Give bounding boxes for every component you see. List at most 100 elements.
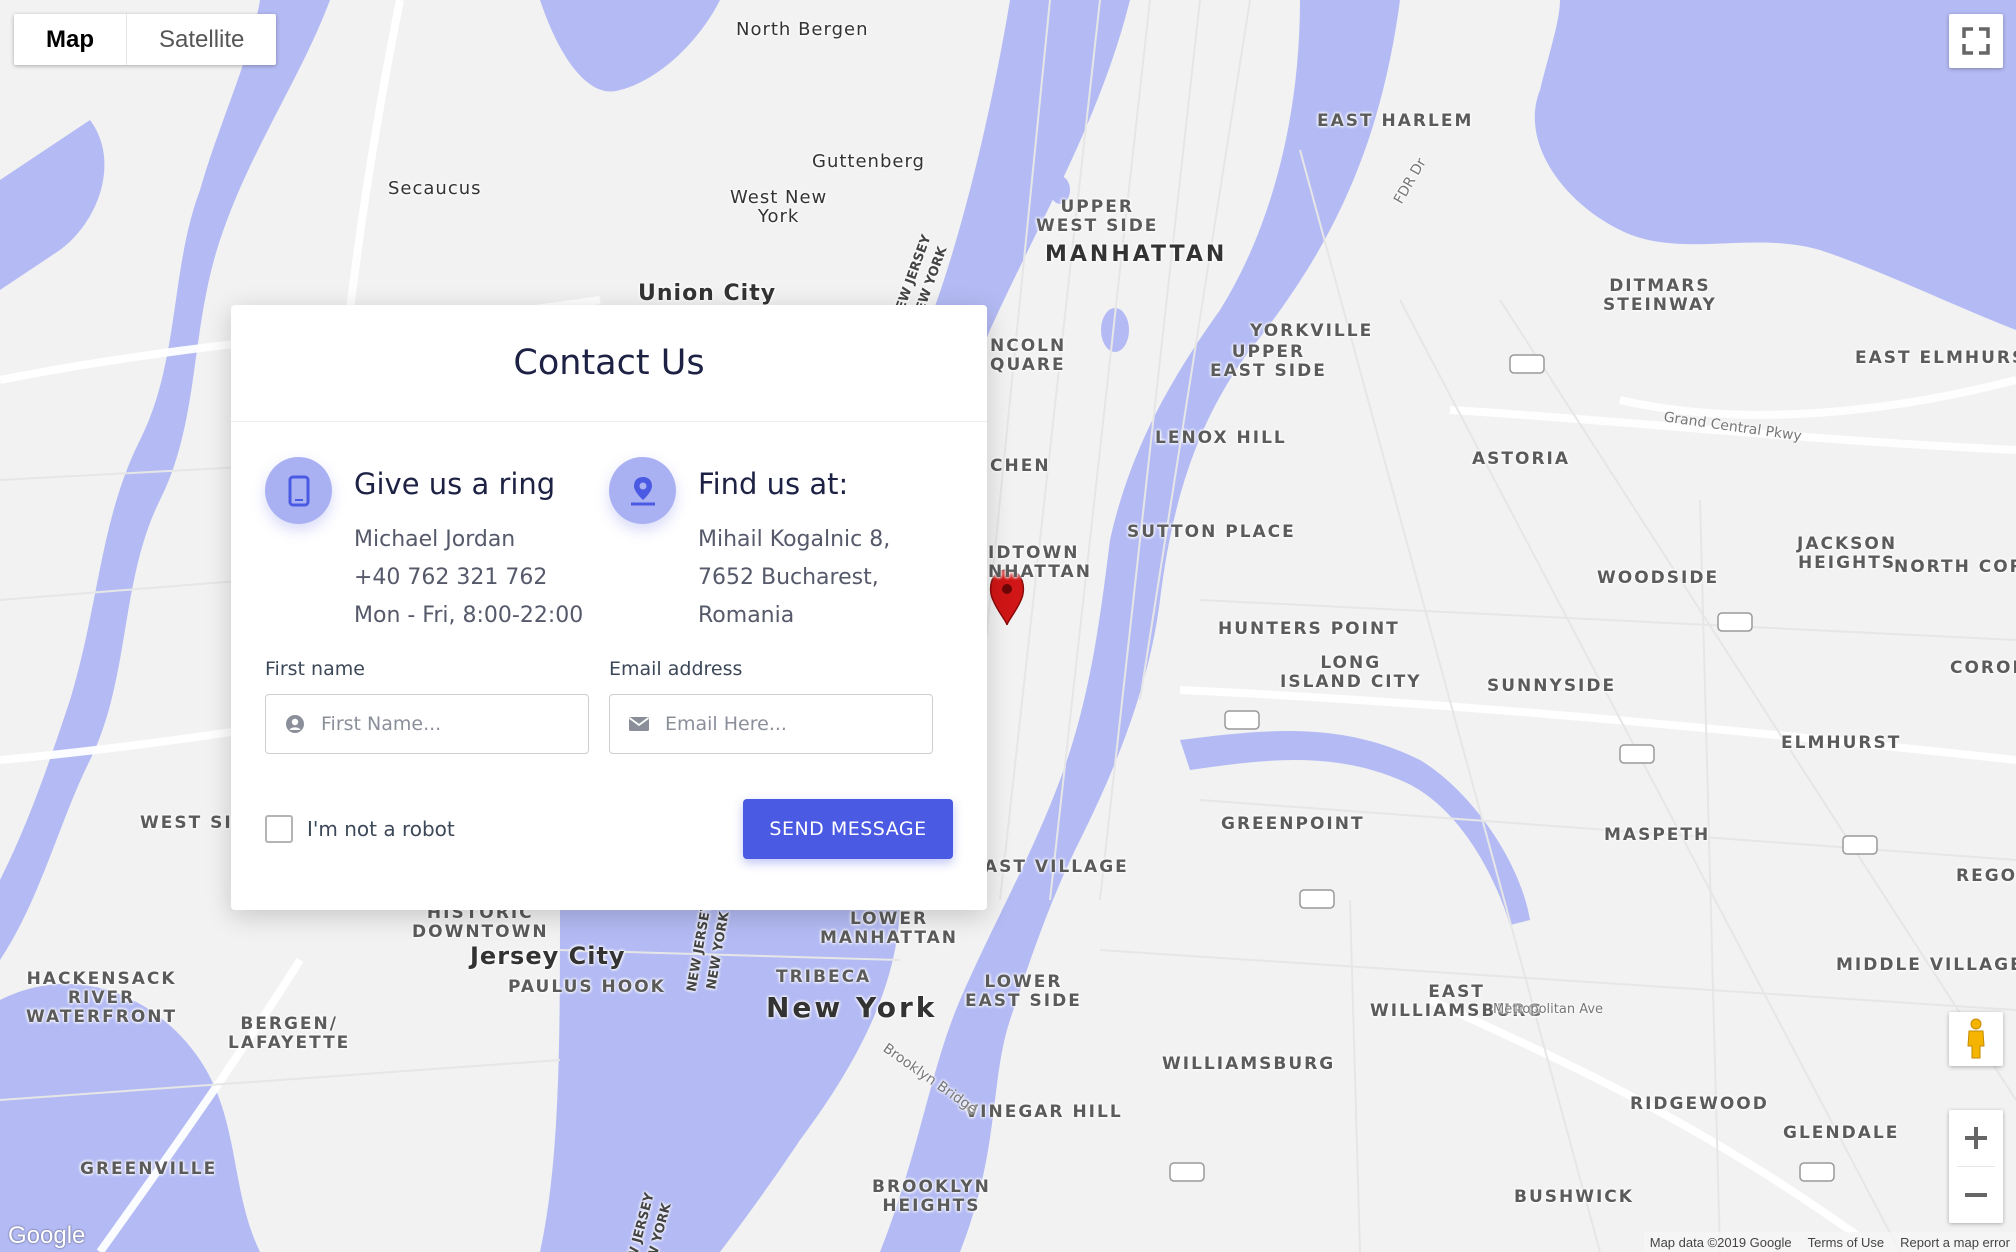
map-label-woodside: WOODSIDE [1597, 568, 1720, 588]
map-label-middle-village: MIDDLE VILLAGE [1836, 955, 2016, 975]
email-label: Email address [609, 658, 743, 680]
map-label-hunters-point: HUNTERS POINT [1218, 619, 1400, 639]
map-label-east-village: AST VILLAGE [984, 857, 1129, 877]
map-label-ridgewood: RIDGEWOOD [1630, 1094, 1769, 1114]
map-type-satellite-button[interactable]: Satellite [127, 14, 276, 65]
phone-title: Give us a ring [354, 467, 556, 501]
not-a-robot-checkbox[interactable] [265, 815, 293, 843]
street-view-pegman-button[interactable] [1949, 1012, 2003, 1066]
zoom-in-button[interactable] [1949, 1110, 2003, 1166]
map-label-new-york: New York [766, 991, 938, 1024]
map-type-control: Map Satellite [14, 14, 277, 65]
map-label-bushwick: BUSHWICK [1514, 1187, 1634, 1207]
captcha: I'm not a robot [265, 815, 455, 843]
map-label-midtown: IDTOWN NHATTAN [988, 543, 1092, 582]
map-label-rego: REGO [1956, 866, 2016, 886]
form-actions: I'm not a robot SEND MESSAGE [231, 799, 987, 859]
contact-name: Michael Jordan [354, 527, 516, 552]
card-header: Contact Us [231, 305, 987, 422]
address-details: Mihail Kogalnic 8, 7652 Bucharest, Roman… [698, 521, 890, 635]
map-label-upper-east-side: UPPER EAST SIDE [1210, 342, 1327, 381]
map-label-sunnyside: SUNNYSIDE [1487, 676, 1617, 696]
map-label-elmhurst: ELMHURST [1781, 733, 1902, 753]
map-label-guttenberg: Guttenberg [812, 151, 925, 172]
map-label-paulus-hook: PAULUS HOOK [508, 977, 666, 997]
contact-title: Contact Us [513, 343, 705, 383]
map-label-jersey-city: Jersey City [470, 942, 626, 970]
map-label-upper-west-side: UPPER WEST SIDE [1036, 197, 1159, 236]
zoom-out-button[interactable] [1949, 1167, 2003, 1223]
first-name-label: First name [265, 658, 365, 680]
plus-icon [1965, 1127, 1987, 1149]
location-title: Find us at: [698, 467, 849, 501]
map-label-brooklyn-heights: BROOKLYN HEIGHTS [872, 1177, 991, 1216]
map-label-tribeca: TRIBECA [776, 967, 872, 987]
map-label-north-corona: NORTH CORO [1894, 557, 2016, 577]
terms-of-use-link[interactable]: Terms of Use [1808, 1235, 1885, 1250]
location-pin-icon [630, 476, 655, 505]
phone-info: Give us a ring Michael Jordan +40 762 32… [265, 457, 609, 635]
map-label-kitchen: CHEN [990, 456, 1051, 476]
not-a-robot-label: I'm not a robot [307, 817, 455, 841]
map-label-yorkville: YORKVILLE [1250, 321, 1374, 341]
map-label-williamsburg: WILLIAMSBURG [1162, 1054, 1336, 1074]
map-label-lower-manhattan: LOWER MANHATTAN [820, 909, 959, 948]
send-message-button[interactable]: SEND MESSAGE [743, 799, 953, 859]
map-label-corona: CORON [1950, 658, 2016, 678]
map-label-maspeth: MASPETH [1604, 825, 1711, 845]
map-label-west-new-york: West New York [730, 187, 828, 227]
map-type-map-button[interactable]: Map [14, 14, 127, 65]
map-label-bergen-lafayette: BERGEN/ LAFAYETTE [228, 1014, 351, 1053]
map-label-glendale: GLENDALE [1783, 1123, 1900, 1143]
map-label-metropolitan-ave: Metropolitan Ave [1493, 1002, 1604, 1017]
map-label-greenville: GREENVILLE [80, 1159, 218, 1179]
location-icon-circle [609, 457, 676, 524]
contact-hours: Mon - Fri, 8:00-22:00 [354, 603, 584, 628]
contact-info-row: Give us a ring Michael Jordan +40 762 32… [231, 457, 987, 635]
phone-icon-circle [265, 457, 332, 524]
map-label-sutton-place: SUTTON PLACE [1127, 522, 1296, 542]
email-group: Email address [609, 658, 953, 754]
user-icon [283, 714, 307, 734]
location-info-text: Find us at: Mihail Kogalnic 8, 7652 Buch… [698, 457, 890, 635]
first-name-input-wrap [265, 694, 589, 754]
first-name-group: First name [265, 658, 609, 754]
map-label-union-city: Union City [638, 281, 777, 306]
report-map-error-link[interactable]: Report a map error [1900, 1235, 2010, 1250]
email-input-wrap [609, 694, 933, 754]
location-info: Find us at: Mihail Kogalnic 8, 7652 Buch… [609, 457, 953, 635]
phone-icon [288, 475, 309, 506]
map-label-lincoln-square: NCOLN QUARE [990, 336, 1067, 375]
phone-details: Michael Jordan +40 762 321 762 Mon - Fri… [354, 521, 583, 635]
address-line-2: 7652 Bucharest, [698, 565, 879, 590]
map-attribution: Map data ©2019 Google Terms of Use Repor… [1643, 1232, 2016, 1252]
map-label-astoria: ASTORIA [1472, 449, 1571, 469]
pegman-icon [1967, 1018, 1985, 1059]
map-data-attribution: Map data ©2019 Google [1649, 1234, 1792, 1250]
google-logo: Google [8, 1222, 86, 1249]
map-label-vinegar-hill: VINEGAR HILL [965, 1102, 1123, 1122]
map-label-east-harlem: EAST HARLEM [1317, 111, 1474, 131]
minus-icon [1965, 1193, 1987, 1197]
map-label-north-bergen: North Bergen [736, 19, 869, 40]
map-label-east-elmhurst: EAST ELMHURST [1855, 348, 2016, 368]
map-label-hackensack-river-waterfront: HACKENSACK RIVER WATERFRONT [26, 969, 178, 1027]
map-label-secaucus: Secaucus [388, 178, 482, 199]
map-label-lower-east-side: LOWER EAST SIDE [965, 972, 1082, 1011]
fullscreen-button[interactable] [1949, 14, 2003, 68]
first-name-input[interactable] [319, 712, 583, 736]
map-label-jackson-heights: JACKSON HEIGHTS [1797, 534, 1898, 573]
envelope-icon [627, 716, 651, 732]
map-label-long-island-city: LONG ISLAND CITY [1280, 653, 1422, 692]
map-label-manhattan: MANHATTAN [1045, 242, 1228, 267]
fullscreen-icon [1962, 27, 1990, 55]
contact-form-row: First name Email address [231, 658, 987, 754]
contact-phone-number: +40 762 321 762 [354, 565, 548, 590]
map-label-lenox-hill: LENOX HILL [1155, 428, 1287, 448]
zoom-control [1949, 1110, 2003, 1223]
email-input[interactable] [663, 712, 927, 736]
map-label-greenpoint: GREENPOINT [1221, 814, 1365, 834]
phone-info-text: Give us a ring Michael Jordan +40 762 32… [354, 457, 583, 635]
address-line-3: Romania [698, 603, 795, 628]
map-label-ditmars: DITMARS STEINWAY [1603, 276, 1717, 315]
